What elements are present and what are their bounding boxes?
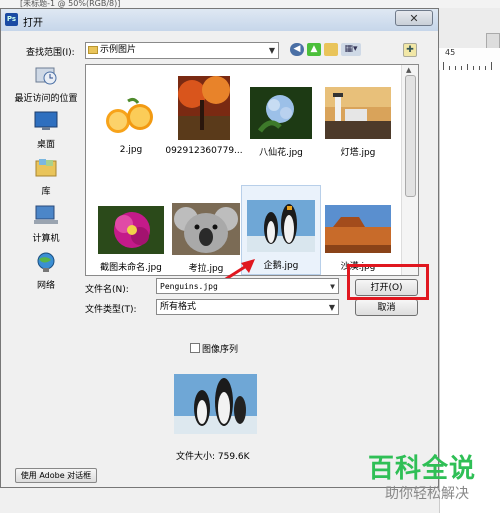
ruler-number: 45	[445, 48, 456, 57]
place-network[interactable]: 网络	[11, 251, 81, 291]
image-sequence-checkbox[interactable]	[190, 343, 200, 353]
filetype-value: 所有格式	[160, 302, 197, 312]
file-item[interactable]: 八仙花.jpg	[241, 87, 321, 158]
file-name: 截图未命名.jpg	[100, 263, 162, 273]
file-thumbnail	[325, 205, 391, 253]
watermark: 百科全说 助你轻松解决	[368, 448, 493, 510]
place-label: 网络	[36, 281, 55, 291]
close-button[interactable]: ✕	[395, 10, 433, 26]
filename-label: 文件名(N):	[85, 285, 129, 295]
file-list-scrollbar[interactable]: ▲	[401, 65, 418, 275]
place-desktop[interactable]: 桌面	[11, 110, 81, 150]
folder-icon	[88, 46, 98, 54]
view-menu-icon[interactable]: ▦▾	[341, 43, 361, 56]
cancel-button[interactable]: 取消	[355, 299, 418, 316]
document-canvas	[439, 70, 500, 513]
file-name: 092912360779...	[165, 146, 243, 156]
chevron-down-icon: ▼	[268, 46, 275, 55]
file-thumbnail	[325, 87, 391, 139]
place-label: 库	[41, 187, 51, 197]
open-file-dialog: Ps 打开 ✕ 查找范围(I): 示例图片 ▼ ◀ ▲ ▦▾ ✚ 最近访问的位置…	[0, 8, 439, 488]
file-item[interactable]: 灯塔.jpg	[318, 87, 398, 158]
computer-icon	[34, 205, 58, 224]
file-name: 2.jpg	[119, 145, 143, 155]
new-folder-icon[interactable]	[324, 43, 338, 56]
dialog-title: 打开	[23, 18, 43, 29]
file-list[interactable]: 2.jpg 092912360779... 八仙花.jpg 灯塔.jpg 截图未…	[85, 64, 419, 276]
dialog-titlebar: Ps 打开 ✕	[1, 9, 438, 31]
file-name: 灯塔.jpg	[340, 148, 376, 158]
file-item[interactable]: 092912360779...	[164, 76, 244, 156]
filetype-select[interactable]: 所有格式 ▼	[156, 299, 339, 315]
place-label: 最近访问的位置	[14, 94, 78, 104]
lookin-select[interactable]: 示例图片 ▼	[85, 42, 279, 59]
chevron-down-icon: ▼	[330, 282, 335, 291]
file-item[interactable]: 截图未命名.jpg	[91, 206, 171, 273]
places-bar: 最近访问的位置 桌面 库 计算机 网络	[11, 64, 81, 291]
file-thumbnail	[178, 76, 230, 140]
chevron-down-icon: ▼	[328, 303, 335, 312]
file-size-text: 文件大小: 759.6K	[176, 452, 250, 462]
photoshop-logo-icon: Ps	[5, 13, 18, 26]
scrollbar-thumb[interactable]	[405, 75, 416, 197]
scroll-up-icon[interactable]: ▲	[406, 66, 411, 74]
filename-value: Penguins.jpg	[160, 282, 218, 291]
watermark-subtitle: 助你轻松解决	[385, 486, 469, 502]
preview-image	[174, 374, 257, 434]
up-folder-icon[interactable]: ▲	[307, 43, 321, 56]
file-thumbnail	[247, 200, 315, 252]
image-sequence-label: 图像序列	[202, 345, 239, 355]
recent-places-icon	[35, 67, 57, 85]
file-item[interactable]: 2.jpg	[91, 95, 171, 155]
photoshop-workspace: 45	[439, 8, 500, 513]
lookin-value: 示例图片	[100, 45, 137, 55]
file-thumbnail	[98, 206, 164, 254]
file-name: 八仙花.jpg	[259, 148, 303, 158]
desktop-icon	[34, 111, 58, 130]
place-label: 计算机	[32, 234, 60, 244]
file-thumbnail	[172, 203, 240, 255]
photoshop-document-tab: [未标题-1 @ 50%(RGB/8)]	[0, 0, 500, 8]
adobe-bridge-icon[interactable]: ✚	[403, 43, 417, 57]
place-label: 桌面	[36, 140, 55, 150]
watermark-title: 百科全说	[368, 454, 477, 484]
filename-input[interactable]: Penguins.jpg ▼	[156, 278, 339, 294]
use-adobe-dialog-button[interactable]: 使用 Adobe 对话框	[15, 468, 97, 483]
network-icon	[37, 252, 55, 272]
libraries-icon	[35, 159, 57, 177]
place-computer[interactable]: 计算机	[11, 204, 81, 244]
place-libraries[interactable]: 库	[11, 157, 81, 197]
highlight-box	[347, 264, 429, 300]
filetype-label: 文件类型(T):	[85, 305, 137, 315]
place-recent[interactable]: 最近访问的位置	[11, 64, 81, 104]
file-thumbnail	[98, 95, 164, 139]
file-thumbnail	[250, 87, 312, 139]
back-icon[interactable]: ◀	[290, 43, 304, 56]
file-item[interactable]: 沙漠.jpg	[318, 205, 398, 272]
lookin-label: 查找范围(I):	[26, 48, 75, 58]
horizontal-ruler: 45	[439, 48, 500, 71]
